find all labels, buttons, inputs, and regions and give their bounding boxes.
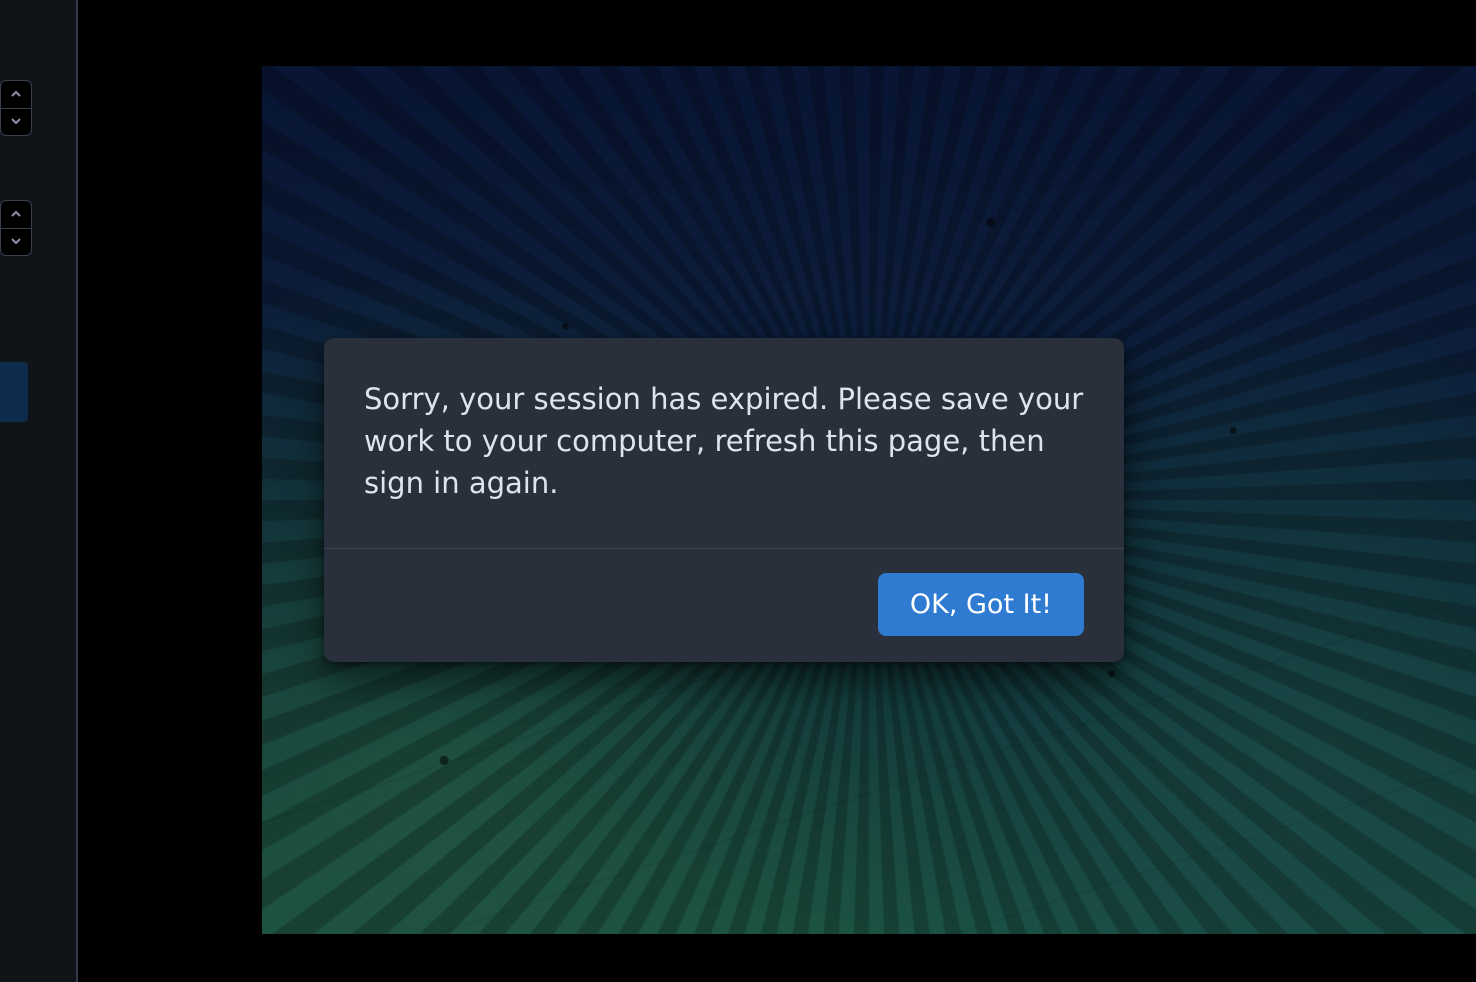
dialog-footer: OK, Got It! <box>324 548 1124 662</box>
number-spinner-1[interactable] <box>0 80 32 136</box>
rail-divider <box>76 0 78 982</box>
spinner-up-button[interactable] <box>1 81 31 108</box>
session-expired-dialog: Sorry, your session has expired. Please … <box>324 338 1124 662</box>
dialog-message: Sorry, your session has expired. Please … <box>364 378 1084 504</box>
dialog-body: Sorry, your session has expired. Please … <box>324 338 1124 548</box>
spinner-up-button[interactable] <box>1 201 31 228</box>
number-spinner-2[interactable] <box>0 200 32 256</box>
chevron-down-icon <box>10 112 22 131</box>
ok-button[interactable]: OK, Got It! <box>878 573 1084 636</box>
spinner-down-button[interactable] <box>1 108 31 136</box>
selected-tool-indicator[interactable] <box>0 362 28 422</box>
left-rail <box>0 0 76 982</box>
chevron-down-icon <box>10 232 22 251</box>
chevron-up-icon <box>10 85 22 104</box>
spinner-down-button[interactable] <box>1 228 31 256</box>
chevron-up-icon <box>10 205 22 224</box>
